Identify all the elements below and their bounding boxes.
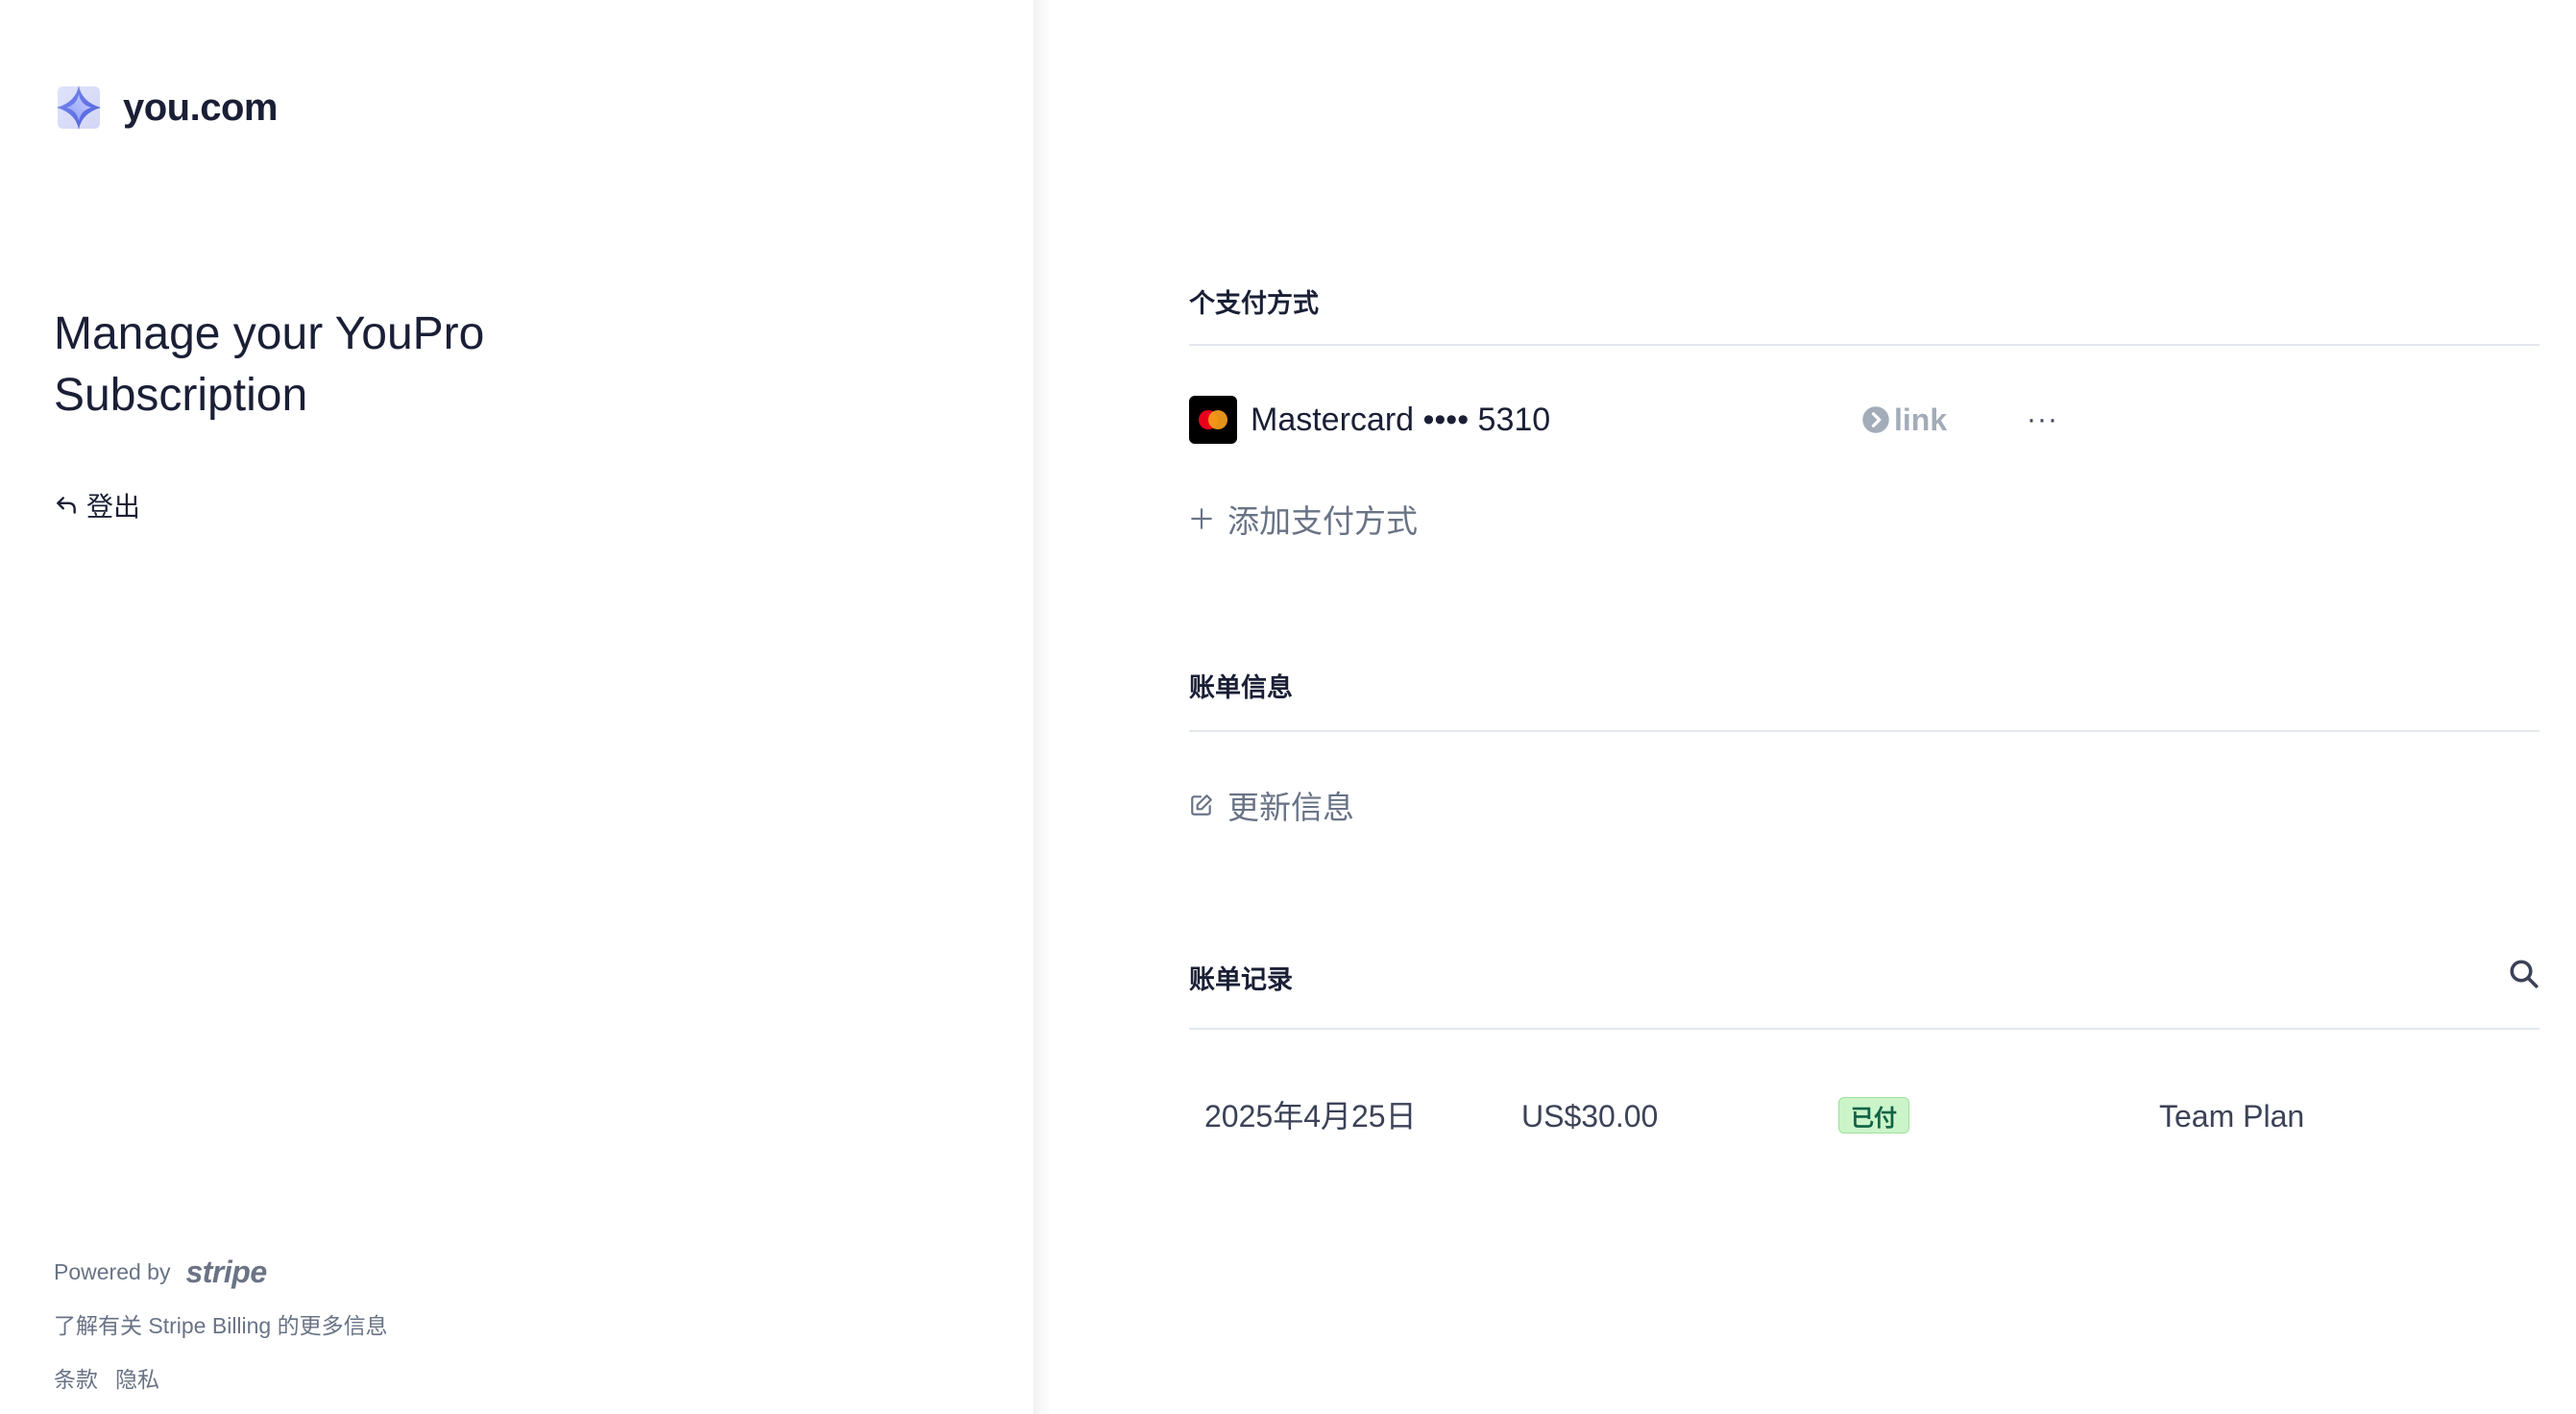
learn-more-link[interactable]: 了解有关 Stripe Billing 的更多信息 <box>54 1307 388 1340</box>
update-info-button[interactable]: 更新信息 <box>1189 782 1354 828</box>
section-divider <box>1189 344 2540 346</box>
return-arrow-icon <box>57 497 76 514</box>
powered-by-label: Powered by <box>54 1259 171 1284</box>
invoice-amount: US$30.00 <box>1521 1099 1659 1134</box>
powered-by[interactable]: Powered by stripe <box>54 1255 388 1290</box>
plus-icon <box>1191 508 1212 529</box>
footer: Powered by stripe 了解有关 Stripe Billing 的更… <box>54 1255 388 1394</box>
section-divider <box>1189 1028 2540 1030</box>
link-label: link <box>1894 402 1948 437</box>
search-icon[interactable] <box>2507 957 2541 991</box>
brand[interactable]: you.com <box>54 83 278 133</box>
page-title: Manage your YouPro Subscription <box>54 308 485 421</box>
invoice-plan: Team Plan <box>2159 1099 2305 1134</box>
update-info-label: 更新信息 <box>1227 790 1354 825</box>
youcom-logo-icon <box>57 85 101 130</box>
edit-icon <box>1191 794 1212 816</box>
section-divider <box>1189 730 2540 732</box>
billing-info-title: 账单信息 <box>1189 673 1293 702</box>
more-options-button[interactable]: ··· <box>2027 396 2058 444</box>
link-badge: link <box>1861 396 1947 444</box>
invoice-date: 2025年4月25日 <box>1204 1099 1417 1134</box>
billing-portal: you.com Manage your YouPro Subscription … <box>0 0 2576 1414</box>
left-panel: you.com Manage your YouPro Subscription … <box>0 0 1033 1414</box>
stripe-logo: stripe <box>185 1255 267 1289</box>
status-badge: 已付 <box>1838 1097 1909 1134</box>
terms-link[interactable]: 条款 <box>54 1361 98 1394</box>
right-panel: 个支付方式 Mastercard •••• 5310 link ··· 添加支付… <box>1051 0 2576 1414</box>
card-label: Mastercard •••• 5310 <box>1251 401 1551 438</box>
add-payment-method-button[interactable]: 添加支付方式 <box>1189 496 1418 542</box>
add-payment-label: 添加支付方式 <box>1227 503 1418 539</box>
billing-history-title: 账单记录 <box>1189 965 1293 994</box>
payment-methods-title: 个支付方式 <box>1189 289 1319 318</box>
link-arrow-icon <box>1862 406 1889 433</box>
logout-label: 登出 <box>86 492 141 522</box>
legal-links: 条款 隐私 <box>54 1361 388 1394</box>
payment-method-row: Mastercard •••• 5310 link ··· <box>1189 396 2150 444</box>
privacy-link[interactable]: 隐私 <box>115 1361 159 1394</box>
mastercard-icon <box>1189 396 1237 444</box>
panel-divider <box>1033 0 1051 1414</box>
brand-name: you.com <box>123 85 278 129</box>
logout-button[interactable]: 登出 <box>54 486 140 524</box>
invoice-row[interactable]: 2025年4月25日 US$30.00 已付 Team Plan <box>1189 1093 2540 1189</box>
